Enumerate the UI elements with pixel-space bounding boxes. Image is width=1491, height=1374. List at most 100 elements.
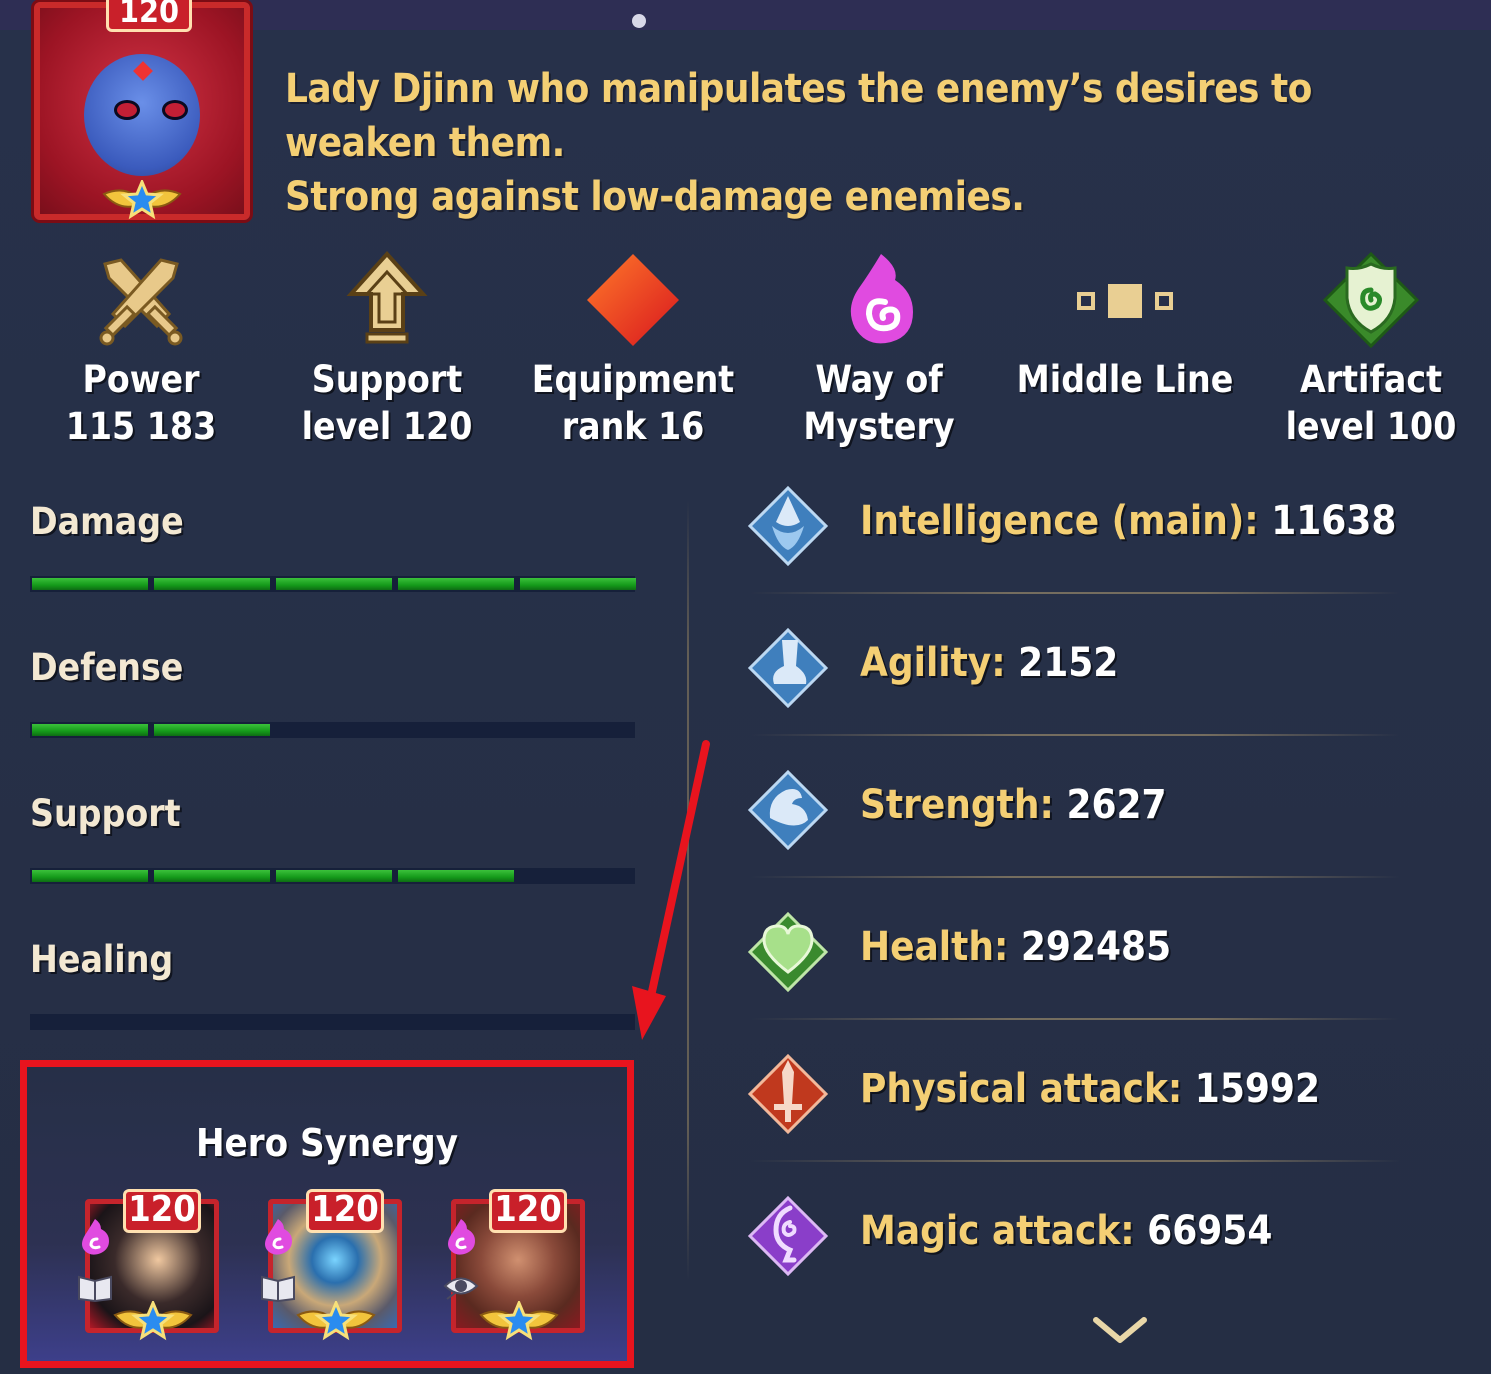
stat-bar-track (30, 1014, 635, 1030)
attribute-text: Physical attack: 15992 (860, 1066, 1320, 1112)
agility-icon (747, 627, 829, 709)
row-separator (750, 734, 1400, 736)
synergy-hero-3[interactable]: 120 (443, 1189, 595, 1341)
stat-bar-segment (520, 578, 636, 590)
attribute-agility[interactable]: Agility: 2152 (740, 612, 1440, 754)
attribute-physical-attack[interactable]: Physical attack: 15992 (740, 1038, 1440, 1180)
hero-portrait[interactable]: 120 (34, 0, 250, 220)
stat-bar-segment (276, 870, 392, 882)
stat-bar-defense: Defense (30, 636, 640, 782)
attribute-text: Strength: 2627 (860, 782, 1167, 828)
attribute-name: Intelligence (main): (860, 498, 1272, 544)
stat-bar-segment (154, 578, 270, 590)
attribute-name: Magic attack: (860, 1208, 1148, 1254)
attribute-value: 2627 (1066, 782, 1167, 828)
equipment-rank-diamond-icon (587, 254, 679, 346)
stat-bar-segment (276, 578, 392, 590)
strength-icon (747, 769, 829, 851)
crossed-swords-icon (99, 258, 183, 346)
row-separator (750, 876, 1400, 878)
synergy-hero-2[interactable]: 120 (261, 1189, 412, 1341)
stat-bar-segment (398, 870, 514, 882)
star-rank-icon (113, 1301, 193, 1341)
stat-bar-track (30, 576, 636, 592)
attribute-name: Physical attack: (860, 1066, 1195, 1112)
attribute-name: Health: (860, 924, 1021, 970)
hero-level-badge: 120 (106, 0, 192, 32)
intelligence-icon (747, 485, 829, 567)
middle-line-icon (1077, 284, 1173, 318)
summary-way[interactable]: Way of Mystery (756, 240, 1002, 460)
scroll-down-chevron-icon[interactable] (1092, 1316, 1148, 1344)
stat-bar-segment (32, 578, 148, 590)
attribute-value: 292485 (1020, 924, 1172, 970)
hero-summary-row: Power 115 183 Support level 120 Equipmen… (18, 240, 1488, 460)
attribute-strength[interactable]: Strength: 2627 (740, 754, 1440, 896)
summary-support[interactable]: Support level 120 (264, 240, 510, 460)
summary-label: Middle Line (1016, 358, 1234, 401)
book-icon (78, 1275, 112, 1303)
row-separator (750, 1160, 1400, 1162)
attribute-value: 66954 (1147, 1208, 1273, 1254)
row-separator (750, 1018, 1400, 1020)
summary-line[interactable]: Middle Line (1002, 240, 1248, 460)
hero-level-badge: 120 (123, 1189, 201, 1233)
attribute-value: 15992 (1194, 1066, 1320, 1112)
stat-bar-segment (154, 724, 270, 736)
attribute-name: Agility: (860, 640, 1019, 686)
book-icon (261, 1275, 295, 1303)
way-of-mystery-flame-icon (850, 254, 913, 344)
attribute-text: Agility: 2152 (860, 640, 1118, 686)
summary-artifact[interactable]: Artifact level 100 (1248, 240, 1491, 460)
stat-bar-label: Damage (30, 500, 184, 543)
hero-eye-right (162, 100, 188, 120)
physical-attack-sword-icon (747, 1053, 829, 1135)
stat-bar-healing: Healing (30, 928, 640, 1074)
summary-label: Artifact level 100 (1285, 358, 1457, 448)
stat-bar-segment (32, 870, 148, 882)
hero-description: Lady Djinn who manipulates the enemy’s d… (285, 66, 1312, 220)
hero-level-badge: 120 (489, 1189, 567, 1233)
hero-eye-left (114, 100, 140, 120)
attribute-value: 11638 (1271, 498, 1397, 544)
stat-bar-damage: Damage (30, 490, 640, 636)
decorative-dot (632, 14, 646, 28)
hero-synergy-title: Hero Synergy (195, 1121, 459, 1165)
stat-bar-support: Support (30, 782, 640, 928)
summary-equipment[interactable]: Equipment rank 16 (510, 240, 756, 460)
stat-bar-track (30, 868, 635, 884)
way-of-mystery-flame-icon (448, 1219, 475, 1255)
star-rank-icon (296, 1301, 376, 1341)
star-rank-icon (479, 1301, 559, 1341)
summary-label: Equipment rank 16 (531, 358, 735, 448)
health-heart-icon (747, 911, 829, 993)
attribute-name: Strength: (860, 782, 1067, 828)
hero-synergy-panel: Hero Synergy 120 120 120 (20, 1060, 634, 1368)
attribute-health[interactable]: Health: 292485 (740, 896, 1440, 1038)
attribute-intelligence[interactable]: Intelligence (main): 11638 (740, 470, 1440, 612)
attribute-value: 2152 (1018, 640, 1119, 686)
stat-bar-segment (154, 870, 270, 882)
way-of-mystery-flame-icon (82, 1219, 109, 1255)
star-rank-icon (102, 180, 182, 220)
annotation-arrow (632, 740, 710, 1040)
attribute-magic-attack[interactable]: Magic attack: 66954 (740, 1180, 1440, 1322)
artifact-shield-icon (1322, 251, 1420, 349)
summary-power[interactable]: Power 115 183 (18, 240, 264, 460)
synergy-hero-1[interactable]: 120 (78, 1189, 229, 1341)
stat-bar-label: Support (30, 792, 181, 835)
support-arrow-icon (346, 251, 428, 344)
summary-label: Way of Mystery (803, 358, 955, 448)
attribute-text: Health: 292485 (860, 924, 1171, 970)
eye-icon (443, 1277, 479, 1300)
attribute-text: Intelligence (main): 11638 (860, 498, 1396, 544)
summary-label: Power 115 183 (65, 358, 217, 448)
summary-label: Support level 120 (301, 358, 473, 448)
row-separator (750, 592, 1400, 594)
attribute-text: Magic attack: 66954 (860, 1208, 1272, 1254)
stat-bar-label: Healing (30, 938, 174, 981)
magic-attack-icon (747, 1195, 829, 1277)
way-of-mystery-flame-icon (265, 1219, 292, 1255)
stat-bar-label: Defense (30, 646, 184, 689)
stat-bar-track (30, 722, 635, 738)
